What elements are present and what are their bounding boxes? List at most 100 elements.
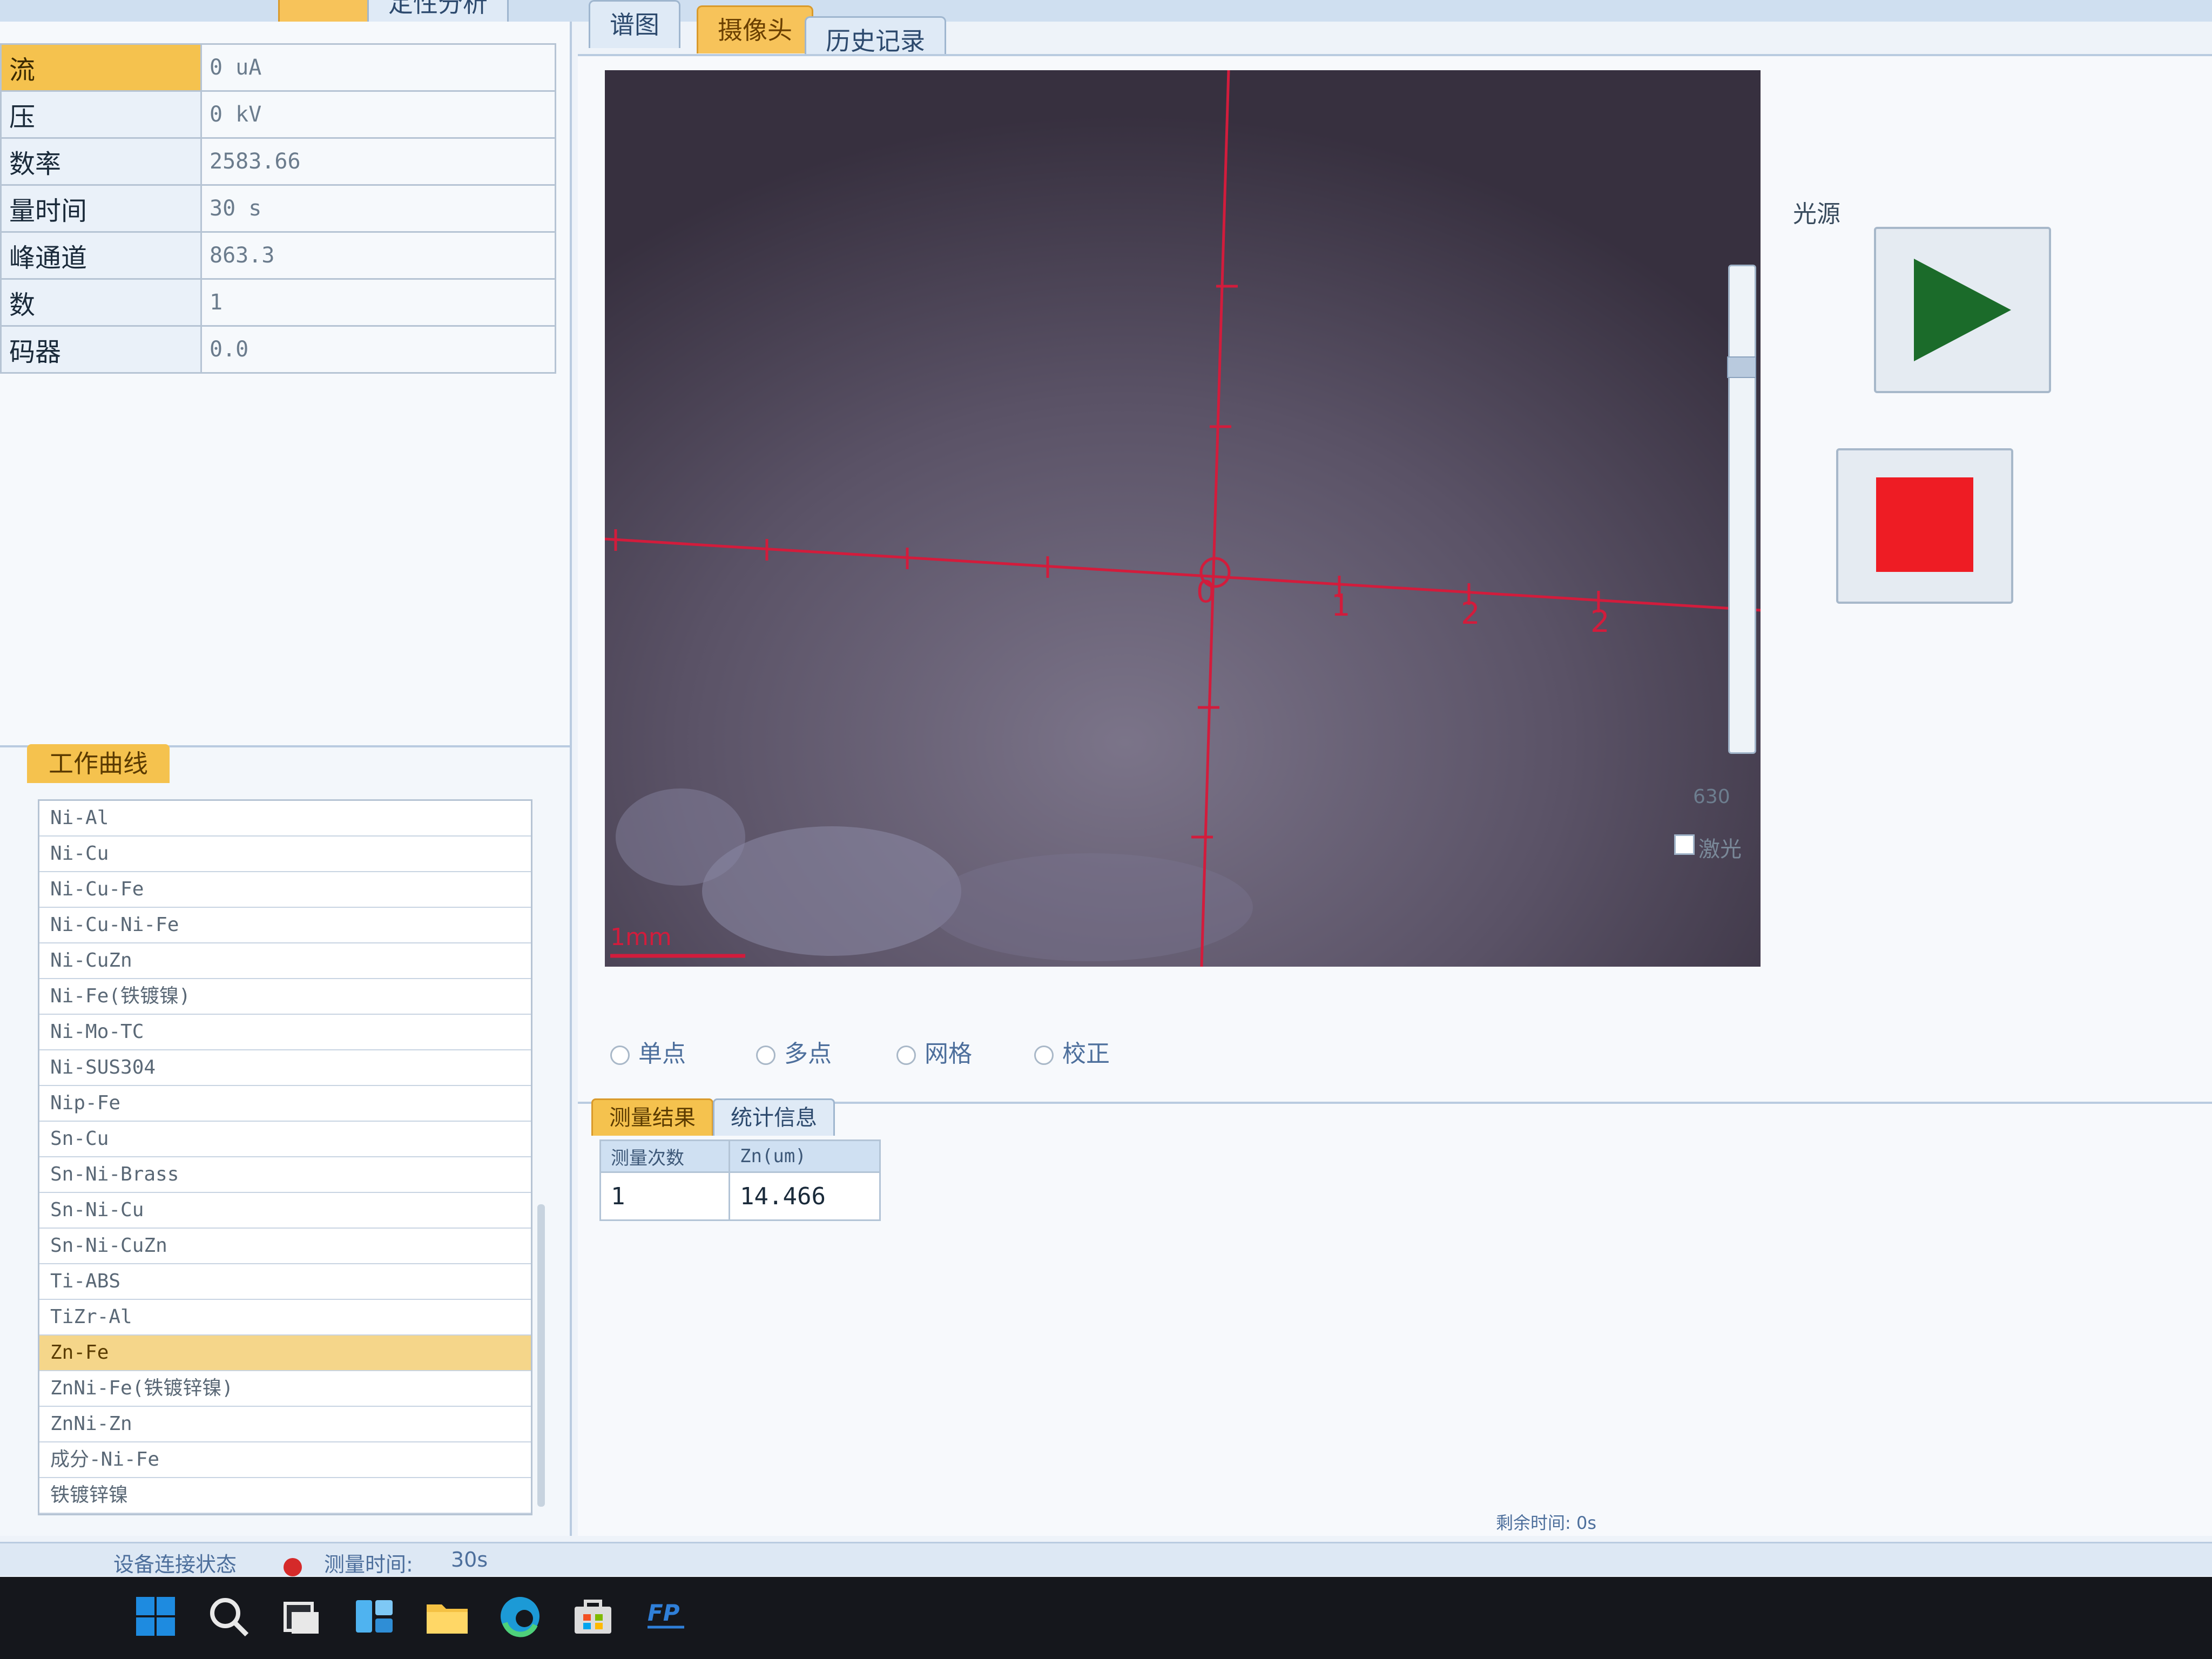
parameter-panel: 流0 uA 压0 kV 数率 2583.66 量时间 30 s 峰通道 863.3 数… xyxy=(0,22,572,751)
mode-label: 多点 xyxy=(784,1040,832,1068)
param-value: 0.0 xyxy=(200,325,556,374)
param-row-encoder[interactable]: 码器 0.0 xyxy=(0,325,556,374)
working-curve-list[interactable]: Ni-Al Ni-Cu Ni-Cu-Fe Ni-Cu-Ni-Fe Ni-CuZn Ni-F… xyxy=(38,799,532,1515)
light-source-value: 630 xyxy=(1693,786,1730,808)
connection-status-indicator xyxy=(284,1558,302,1576)
list-item[interactable]: Sn-Ni-CuZn xyxy=(39,1229,531,1264)
list-item[interactable]: Ni-Fe(铁镀镍) xyxy=(39,979,531,1015)
axis-label-1: 1 xyxy=(1331,588,1351,623)
camera-view[interactable]: 0 1 2 2 xyxy=(605,70,1761,967)
list-item[interactable]: TiZr-Al xyxy=(39,1300,531,1336)
curve-list-scrollbar[interactable] xyxy=(537,1204,545,1507)
stop-icon xyxy=(1876,477,1973,572)
widgets-icon[interactable] xyxy=(348,1590,400,1642)
list-item[interactable]: ZnNi-Zn xyxy=(39,1407,531,1442)
list-item[interactable]: Nip-Fe xyxy=(39,1086,531,1122)
results-table: 测量次数 Zn(um) 1 14.466 xyxy=(599,1139,881,1221)
store-icon[interactable] xyxy=(567,1590,619,1642)
param-row-count[interactable]: 数1 xyxy=(0,278,556,327)
param-value: 1 xyxy=(200,278,556,327)
param-label: 压 xyxy=(0,90,202,139)
laser-label: 激光 xyxy=(1698,837,1742,862)
list-item[interactable]: Ti-ABS xyxy=(39,1264,531,1300)
results-header-row: 测量次数 Zn(um) xyxy=(599,1139,881,1173)
connection-status-label: 设备连接状态 xyxy=(113,1553,237,1576)
radio-icon xyxy=(610,1046,630,1065)
param-value: 0 kV xyxy=(200,90,556,139)
list-item[interactable]: 铁镀锌镍 xyxy=(39,1478,531,1514)
param-value: 863.3 xyxy=(200,231,556,280)
param-label: 流 xyxy=(0,43,202,92)
param-row-measure-time[interactable]: 量时间 30 s xyxy=(0,184,556,233)
laser-checkbox[interactable] xyxy=(1674,834,1695,855)
param-row-peak-channel[interactable]: 峰通道 863.3 xyxy=(0,231,556,280)
param-value: 0 uA xyxy=(200,43,556,92)
param-row-current[interactable]: 流0 uA xyxy=(0,43,556,92)
mode-label: 网格 xyxy=(925,1040,972,1068)
list-item[interactable]: Ni-Al xyxy=(39,801,531,837)
measure-time-label: 测量时间: xyxy=(324,1553,413,1576)
start-button[interactable] xyxy=(1874,227,2051,393)
list-item[interactable]: Sn-Ni-Brass xyxy=(39,1157,531,1193)
list-item[interactable]: Ni-CuZn xyxy=(39,943,531,979)
windows-icon[interactable] xyxy=(130,1590,181,1642)
task-view-icon[interactable] xyxy=(275,1590,327,1642)
header-zn-thickness: Zn(um) xyxy=(729,1139,881,1173)
param-row-voltage[interactable]: 压0 kV xyxy=(0,90,556,139)
param-label: 峰通道 xyxy=(0,231,202,280)
parameter-table: 流0 uA 压0 kV 数率 2583.66 量时间 30 s 峰通道 863.3 数… xyxy=(0,43,556,374)
radio-icon xyxy=(1034,1046,1054,1065)
radio-icon xyxy=(756,1046,775,1065)
mode-single-point[interactable]: 单点 xyxy=(610,1034,686,1069)
light-source-label: 光源 xyxy=(1793,200,1840,228)
axis-label-0: 0 xyxy=(1196,575,1216,610)
list-item[interactable]: Ni-Cu-Fe xyxy=(39,872,531,908)
axis-label-2b: 2 xyxy=(1590,604,1610,639)
mode-multi-point[interactable]: 多点 xyxy=(756,1034,832,1069)
tab-working-curve[interactable]: 工作曲线 xyxy=(27,744,170,783)
tab-spectrum[interactable]: 谱图 xyxy=(589,0,680,48)
mode-label: 校正 xyxy=(1062,1040,1110,1068)
param-value: 2583.66 xyxy=(200,137,556,186)
fp-app-icon[interactable]: FP xyxy=(640,1590,692,1642)
svg-text:FP: FP xyxy=(648,1600,680,1626)
tab-camera[interactable]: 摄像头 xyxy=(697,5,813,53)
scale-bar-label: 1mm xyxy=(610,923,672,951)
param-label: 码器 xyxy=(0,325,202,374)
list-item[interactable]: Zn-Fe xyxy=(39,1336,531,1371)
list-item[interactable]: Sn-Ni-Cu xyxy=(39,1193,531,1229)
param-label: 数 xyxy=(0,278,202,327)
status-bar: 设备连接状态 测量时间: 30s xyxy=(0,1542,2212,1576)
light-source-slider[interactable] xyxy=(1728,265,1756,754)
slider-thumb[interactable] xyxy=(1727,356,1756,378)
file-explorer-icon[interactable] xyxy=(421,1590,473,1642)
mode-grid[interactable]: 网格 xyxy=(896,1034,972,1069)
cell-measure-count: 1 xyxy=(599,1171,730,1221)
list-item[interactable]: Ni-Cu-Ni-Fe xyxy=(39,908,531,943)
list-item[interactable]: Ni-Mo-TC xyxy=(39,1015,531,1050)
mode-calibrate[interactable]: 校正 xyxy=(1034,1034,1110,1069)
param-label: 量时间 xyxy=(0,184,202,233)
tab-statistics[interactable]: 统计信息 xyxy=(713,1098,835,1136)
tab-measure-results[interactable]: 测量结果 xyxy=(591,1098,713,1136)
search-icon[interactable] xyxy=(203,1590,254,1642)
play-icon xyxy=(1914,259,2011,361)
list-item[interactable]: Ni-Cu xyxy=(39,837,531,872)
stop-button[interactable] xyxy=(1836,448,2013,604)
remaining-time: 剩余时间: 0s xyxy=(1496,1513,1596,1533)
param-value: 30 s xyxy=(200,184,556,233)
param-label: 数率 xyxy=(0,137,202,186)
axis-label-2a: 2 xyxy=(1461,596,1480,631)
list-item[interactable]: Ni-SUS304 xyxy=(39,1050,531,1086)
list-item[interactable]: Sn-Cu xyxy=(39,1122,531,1157)
header-measure-count: 测量次数 xyxy=(599,1139,730,1173)
list-item[interactable]: ZnNi-Fe(铁镀锌镍) xyxy=(39,1371,531,1407)
taskbar xyxy=(0,1577,2212,1659)
crosshair-overlay: 0 1 2 2 xyxy=(605,70,1761,967)
param-row-count-rate[interactable]: 数率 2583.66 xyxy=(0,137,556,186)
mode-label: 单点 xyxy=(638,1040,686,1068)
edge-icon[interactable] xyxy=(494,1590,546,1642)
cell-zn-thickness: 14.466 xyxy=(729,1171,881,1221)
list-item[interactable]: 成分-Ni-Fe xyxy=(39,1442,531,1478)
table-row[interactable]: 1 14.466 xyxy=(599,1171,881,1221)
